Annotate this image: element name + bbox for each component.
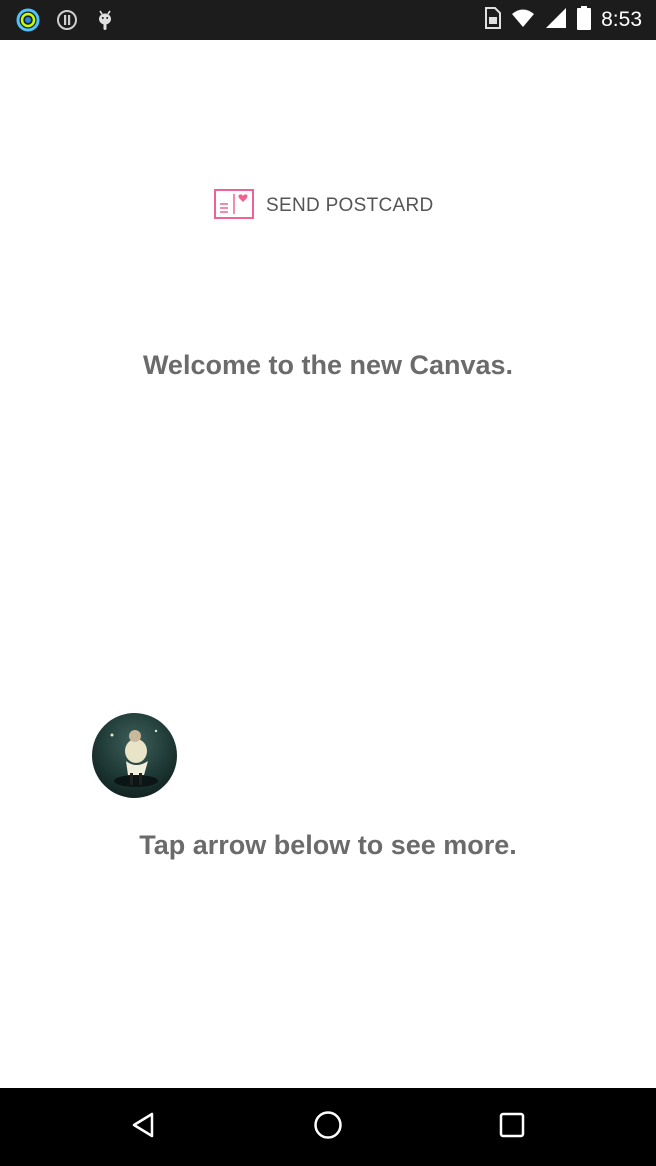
ring-app-icon [16, 8, 40, 32]
welcome-heading: Welcome to the new Canvas. [142, 350, 514, 380]
recents-button[interactable] [492, 1107, 532, 1147]
back-button[interactable] [124, 1107, 164, 1147]
avatar[interactable] [92, 713, 177, 798]
home-icon [312, 1109, 344, 1146]
status-right-group: 8:53 [483, 0, 642, 40]
signal-icon [545, 7, 567, 34]
status-bar: 8:53 [0, 0, 656, 40]
sim-icon [483, 6, 502, 34]
back-icon [129, 1110, 159, 1145]
android-debug-icon [93, 8, 117, 32]
send-postcard-button[interactable]: SEND POSTCARD [214, 188, 434, 224]
clock: 8:53 [601, 8, 642, 31]
info-icon [55, 8, 79, 32]
recents-icon [497, 1110, 527, 1145]
postcard-icon [214, 188, 254, 224]
home-button[interactable] [308, 1107, 348, 1147]
battery-icon [577, 5, 592, 35]
canvas-content: SEND POSTCARD Welcome to the new Canvas.… [0, 40, 656, 1088]
send-postcard-label: SEND POSTCARD [266, 195, 434, 216]
navigation-bar [0, 1088, 656, 1166]
tap-arrow-hint: Tap arrow below to see more. [139, 830, 517, 860]
wifi-icon [511, 8, 535, 33]
